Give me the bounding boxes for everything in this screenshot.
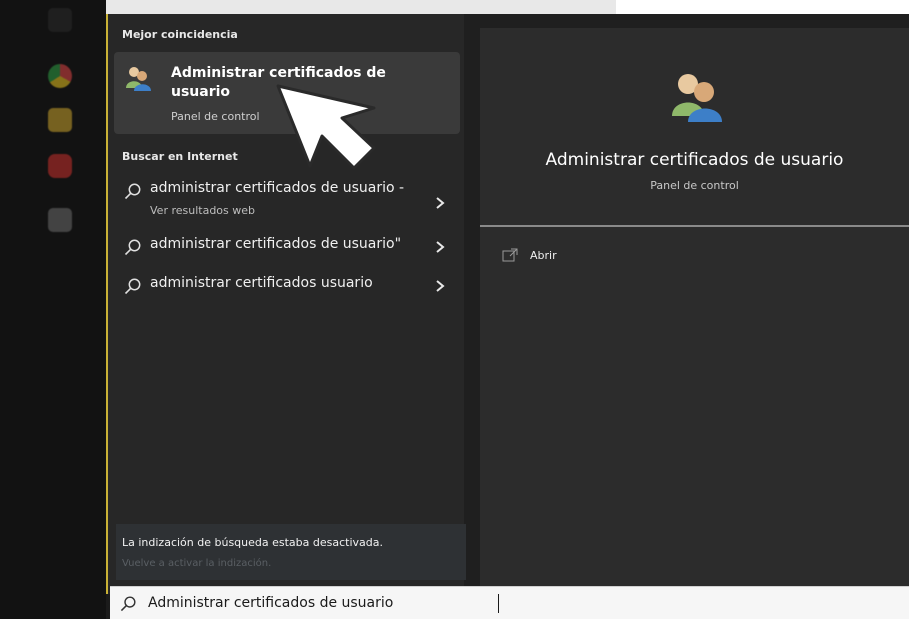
search-icon bbox=[124, 183, 141, 200]
discord-icon[interactable] bbox=[48, 208, 72, 232]
chevron-right-icon[interactable] bbox=[434, 240, 446, 254]
search-icon[interactable] bbox=[48, 8, 72, 32]
search-icon bbox=[124, 239, 141, 256]
users-icon bbox=[672, 74, 722, 122]
best-match-subtitle: Panel de control bbox=[171, 110, 260, 123]
internet-heading: Buscar en Internet bbox=[122, 150, 238, 163]
chevron-right-icon[interactable] bbox=[434, 279, 446, 293]
file-explorer-icon[interactable] bbox=[48, 108, 72, 132]
chevron-right-icon[interactable] bbox=[434, 196, 446, 210]
top-edge bbox=[106, 0, 616, 14]
mouse-cursor-icon bbox=[276, 84, 376, 170]
open-window-icon bbox=[502, 248, 518, 262]
detail-subtitle: Panel de control bbox=[650, 179, 739, 192]
detail-title: Administrar certificados de usuario bbox=[545, 150, 844, 170]
search-icon bbox=[124, 278, 141, 295]
top-edge-right bbox=[616, 0, 909, 14]
start-search-panel: Mejor coincidencia Administrar certifica… bbox=[106, 14, 909, 594]
web-result-item[interactable]: administrar certificados de usuario - Ve… bbox=[114, 180, 460, 220]
web-result-text: administrar certificados de usuario - bbox=[150, 180, 405, 196]
text-caret bbox=[498, 594, 499, 613]
indexing-notice-text: La indización de búsqueda estaba desacti… bbox=[122, 536, 384, 549]
web-result-text: administrar certificados de usuario" bbox=[150, 236, 402, 252]
search-icon bbox=[120, 596, 136, 612]
users-icon bbox=[126, 67, 151, 91]
web-result-item[interactable]: administrar certificados de usuario" bbox=[114, 236, 460, 276]
best-match-heading: Mejor coincidencia bbox=[122, 28, 238, 41]
open-action-label: Abrir bbox=[530, 249, 557, 262]
web-result-item[interactable]: administrar certificados usuario bbox=[114, 275, 460, 315]
detail-divider bbox=[480, 225, 909, 227]
detail-pane: Administrar certificados de usuario Pane… bbox=[480, 28, 909, 594]
web-result-subtext: Ver resultados web bbox=[150, 204, 256, 217]
taskbar bbox=[0, 0, 106, 619]
brave-icon[interactable] bbox=[48, 154, 72, 178]
search-bar[interactable] bbox=[110, 586, 909, 619]
indexing-notice: La indización de búsqueda estaba desacti… bbox=[116, 524, 466, 580]
web-result-text: administrar certificados usuario bbox=[150, 275, 373, 291]
chrome-icon[interactable] bbox=[48, 64, 72, 88]
indexing-enable-link[interactable]: Vuelve a activar la indización. bbox=[122, 558, 271, 569]
